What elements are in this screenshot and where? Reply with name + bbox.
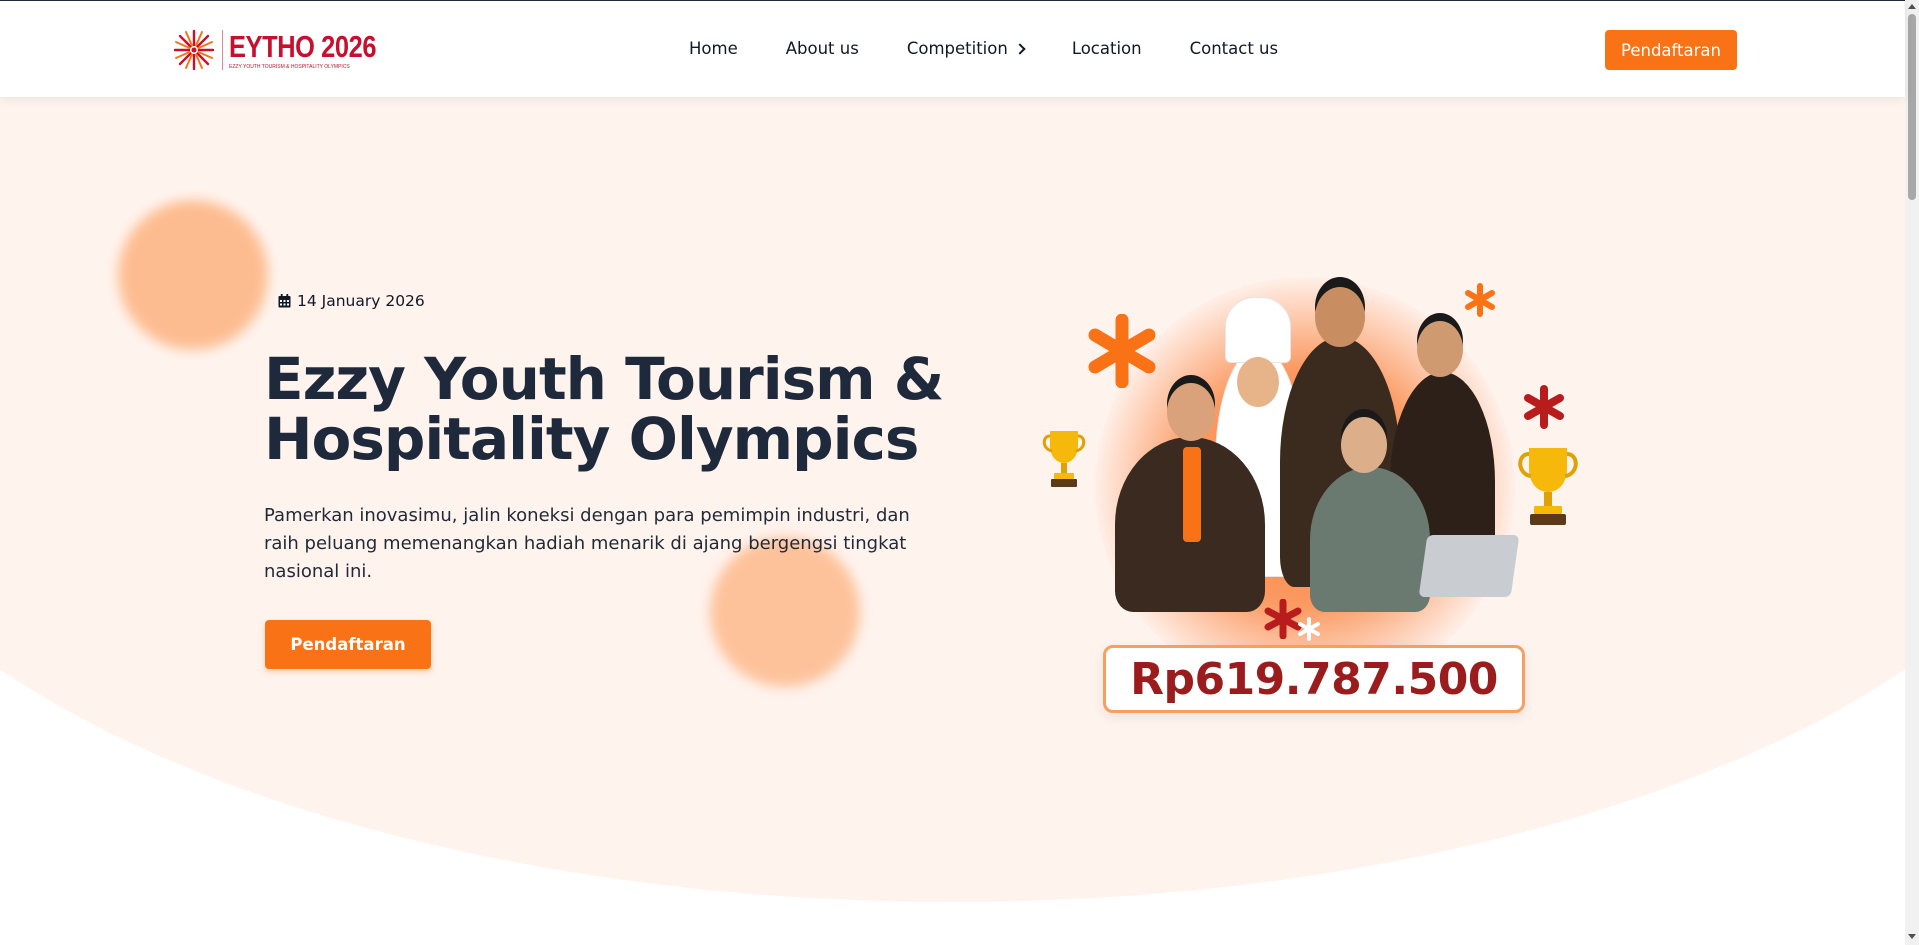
site-header: EYTHO 2026 EZZY YOUTH TOURISM & HOSPITAL… xyxy=(0,1,1905,97)
person-laptop xyxy=(1310,467,1430,612)
logo-burst-icon xyxy=(173,29,215,71)
scroll-up-arrow-icon[interactable] xyxy=(1908,4,1916,9)
logo-title: EYTHO 2026 xyxy=(229,28,377,64)
asterisk-red-icon xyxy=(1524,385,1564,429)
scrollbar-thumb[interactable] xyxy=(1908,14,1916,200)
nav-contact-us[interactable]: Contact us xyxy=(1190,39,1279,58)
hero-title-line1: Ezzy Youth Tourism & xyxy=(264,345,944,413)
laptop-icon xyxy=(1418,535,1520,597)
nav-competition[interactable]: Competition xyxy=(906,39,1026,58)
asterisk-small-icon xyxy=(1465,283,1495,317)
trophy-right-icon xyxy=(1518,448,1578,525)
nav-contact-us-label: Contact us xyxy=(1189,39,1279,58)
person-left-face xyxy=(1167,383,1215,441)
hero-title-line2: Hospitality Olympics xyxy=(264,405,919,473)
chef-hat-icon xyxy=(1225,297,1291,363)
event-date-badge: 14 January 2026 xyxy=(278,289,425,313)
person-right-face xyxy=(1417,321,1463,377)
site-logo[interactable]: EYTHO 2026 EZZY YOUTH TOURISM & HOSPITAL… xyxy=(172,27,408,73)
hero-register-button[interactable]: Pendaftaran xyxy=(265,620,431,669)
nav-home[interactable]: Home xyxy=(689,39,738,58)
person-chef-face xyxy=(1237,357,1279,407)
decor-blob-left xyxy=(118,200,268,350)
chevron-right-icon xyxy=(1014,42,1026,55)
orange-scarf xyxy=(1183,447,1201,542)
scroll-down-arrow-icon[interactable] xyxy=(1908,934,1916,939)
hero-section: 14 January 2026 Ezzy Youth Tourism & Hos… xyxy=(0,97,1905,945)
hero-illustration: Rp619.787.500 xyxy=(1035,277,1595,727)
asterisk-white-icon xyxy=(1298,617,1320,641)
prize-amount: Rp619.787.500 xyxy=(1130,653,1498,705)
nav-home-label: Home xyxy=(689,39,738,58)
nav-location-label: Location xyxy=(1071,39,1142,58)
prize-amount-box: Rp619.787.500 xyxy=(1103,645,1525,713)
calendar-icon xyxy=(278,294,291,308)
event-date-text: 14 January 2026 xyxy=(297,292,425,310)
logo-text: EYTHO 2026 EZZY YOUTH TOURISM & HOSPITAL… xyxy=(229,28,408,70)
nav-competition-label: Competition xyxy=(906,39,1008,58)
hero-background xyxy=(0,97,1905,902)
nav-about-us-label: About us xyxy=(785,39,859,58)
person-center-face xyxy=(1315,287,1365,347)
nav-about-us[interactable]: About us xyxy=(786,39,859,58)
asterisk-large-icon xyxy=(1088,314,1156,388)
header-register-button[interactable]: Pendaftaran xyxy=(1605,30,1737,70)
hero-title: Ezzy Youth Tourism & Hospitality Olympic… xyxy=(264,349,984,469)
main-nav: Home About us Competition Location Conta… xyxy=(689,39,1326,58)
trophy-left-icon xyxy=(1042,431,1086,487)
logo-divider xyxy=(222,30,223,70)
nav-location[interactable]: Location xyxy=(1072,39,1142,58)
hero-description: Pamerkan inovasimu, jalin koneksi dengan… xyxy=(264,505,910,582)
logo-subtitle: EZZY YOUTH TOURISM & HOSPITALITY OLYMPIC… xyxy=(229,63,350,70)
person-laptop-face xyxy=(1341,417,1387,473)
